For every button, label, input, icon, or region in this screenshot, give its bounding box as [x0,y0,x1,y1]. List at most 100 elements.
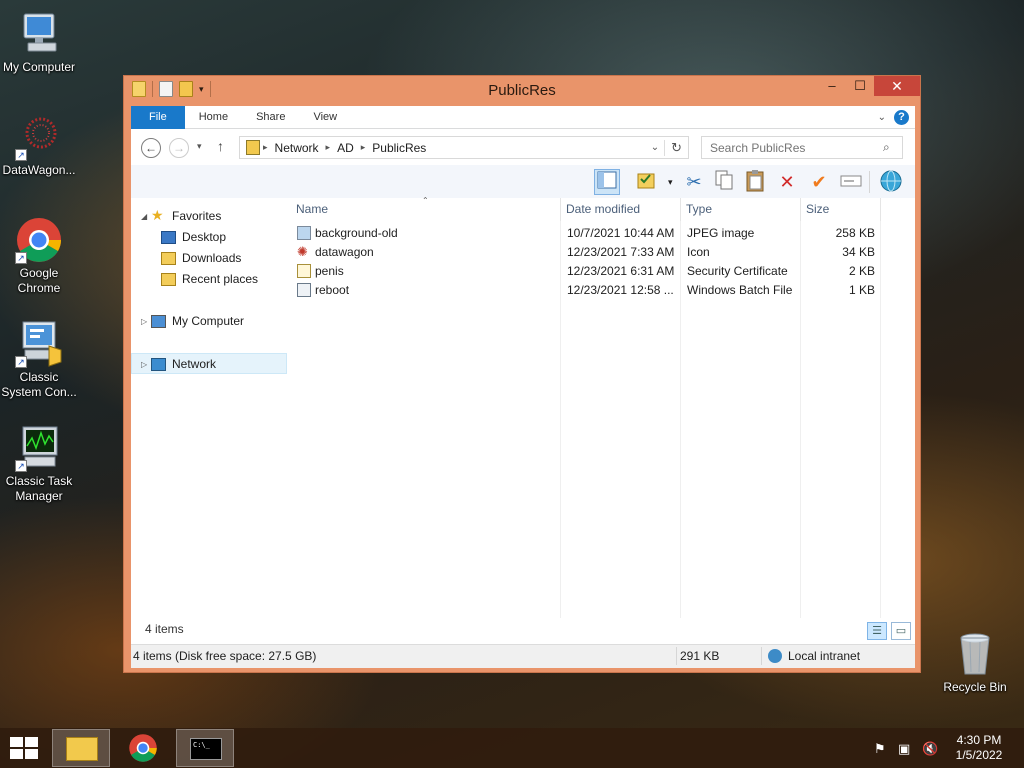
start-button[interactable] [10,737,38,759]
taskbar: C:\_ ⚑ ▣ 🔇 4:30 PM 1/5/2022 [0,728,1024,768]
search-input[interactable] [701,136,903,159]
desktop-icon-classic-system-control[interactable]: ↗ Classic System Con... [0,320,78,400]
address-row: ← → ▾ ↑ ▸ Network ▸ AD ▸ PublicRes ⌄ ↻ ⌕ [131,129,915,165]
nav-downloads[interactable]: Downloads [131,248,287,269]
image-file-icon [297,226,311,240]
desktop-icon-datawagon[interactable]: ↗ DataWagon... [0,113,78,178]
checkmark-icon[interactable]: ✔ [806,169,832,195]
taskbar-chrome[interactable] [114,729,172,767]
address-dropdown-icon[interactable]: ⌄ [646,142,664,153]
forward-button[interactable]: → [169,138,189,158]
nav-favorites[interactable]: ◢ ★ Favorites [131,206,287,227]
action-center-flag-icon[interactable]: ⚑ [874,741,886,757]
desktop-icon-label: Recycle Bin [943,680,1007,694]
back-button[interactable]: ← [141,138,161,158]
paste-icon[interactable] [742,169,768,195]
explorer-content: ◢ ★ Favorites Desktop Downloads Recent p… [131,196,915,644]
tab-view[interactable]: View [299,106,351,129]
copy-icon[interactable] [711,169,737,195]
file-size: 258 KB [835,226,875,240]
star-icon: ★ [151,207,164,223]
file-size: 2 KB [848,264,875,278]
search-icon[interactable]: ⌕ [883,140,890,155]
recycle-bin-icon [951,630,999,678]
help-icon[interactable]: ? [894,109,909,125]
taskbar-file-explorer[interactable] [52,729,110,767]
delete-icon[interactable]: ✕ [774,169,800,195]
chrome-icon [129,734,157,762]
large-icons-view-button[interactable]: ▭ [891,622,911,640]
properties-globe-icon[interactable] [878,169,904,195]
desktop-icon-classic-task-manager[interactable]: ↗ Classic Task Manager [0,424,78,504]
taskbar-command-prompt[interactable]: C:\_ [176,729,234,767]
clock[interactable]: 4:30 PM 1/5/2022 [954,733,1004,763]
nav-network[interactable]: ▷ Network [131,353,287,374]
breadcrumb-separator-icon: ▸ [360,142,366,152]
file-date: 12/23/2021 6:31 AM [567,264,675,278]
file-size: 1 KB [848,283,875,297]
task-manager-icon: ↗ [15,424,63,472]
nav-my-computer[interactable]: ▷ My Computer [131,311,287,332]
file-name: penis [315,264,344,278]
title-bar[interactable]: ▾ PublicRes – ☐ ✕ [124,76,920,104]
network-location-icon [246,140,260,155]
computer-icon [15,10,63,58]
desktop-icon-google-chrome[interactable]: ↗ Google Chrome [0,216,78,296]
nav-recent-places[interactable]: Recent places [131,269,287,290]
refresh-icon[interactable]: ↻ [664,139,688,156]
desktop-icon-recycle-bin[interactable]: Recycle Bin [936,630,1014,695]
file-row[interactable]: ✺ datawagon 12/23/2021 7:33 AM Icon 34 K… [291,243,915,262]
file-explorer-icon [66,737,98,761]
view-options-dropdown-icon[interactable]: ▾ [668,177,673,188]
nav-network-label: Network [172,357,217,371]
breadcrumb-publicres[interactable]: PublicRes [368,141,430,155]
volume-muted-icon[interactable]: 🔇 [922,741,938,757]
shortcut-arrow-icon: ↗ [15,252,27,264]
column-header-date-modified[interactable]: Date modified [561,198,681,221]
desktop-icon-my-computer[interactable]: My Computer [0,10,78,75]
expanded-arrow-icon[interactable]: ◢ [141,206,147,227]
breadcrumb-ad[interactable]: AD [333,141,358,155]
network-tray-icon[interactable]: ▣ [898,741,910,757]
desktop-icon-label: Classic Task Manager [5,474,73,503]
desktop-icon-label: DataWagon... [2,163,76,177]
details-view-button[interactable]: ☰ [867,622,887,640]
clock-date: 1/5/2022 [955,748,1003,762]
column-header-name[interactable]: Name [291,198,561,221]
recent-locations-icon[interactable]: ▾ [197,141,202,152]
file-row[interactable]: background-old 10/7/2021 10:44 AM JPEG i… [291,224,915,243]
breadcrumb-network[interactable]: Network [271,141,323,155]
tab-file[interactable]: File [131,105,185,129]
ico-file-icon: ✺ [297,245,308,259]
ribbon-tabs: File Home Share View ⌄ ? [131,105,915,129]
file-type: Windows Batch File [687,283,793,297]
preview-pane-button[interactable] [594,169,620,195]
address-bar[interactable]: ▸ Network ▸ AD ▸ PublicRes ⌄ ↻ [239,136,689,159]
column-header-size[interactable]: Size [801,198,881,221]
collapsed-arrow-icon[interactable]: ▷ [141,354,147,375]
status-bar: 4 items (Disk free space: 27.5 GB) 291 K… [131,644,915,668]
nav-desktop[interactable]: Desktop [131,227,287,248]
clock-time: 4:30 PM [956,733,1002,747]
column-header-type[interactable]: Type [681,198,801,221]
tab-share[interactable]: Share [242,106,299,129]
file-size: 34 KB [842,245,875,259]
file-row[interactable]: penis 12/23/2021 6:31 AM Security Certif… [291,262,915,281]
computer-icon [151,315,166,328]
maximize-button[interactable]: ☐ [846,76,874,96]
tab-home[interactable]: Home [185,106,242,129]
breadcrumb-separator-icon: ▸ [325,142,331,152]
close-button[interactable]: ✕ [874,76,920,96]
intranet-zone-icon [768,649,782,663]
recent-places-icon [161,273,176,286]
file-row[interactable]: reboot 12/23/2021 12:58 ... Windows Batc… [291,281,915,300]
status-size: 291 KB [680,649,720,663]
cut-icon[interactable]: ✂ [681,169,707,195]
folder-options-icon[interactable] [634,169,660,195]
collapsed-arrow-icon[interactable]: ▷ [141,311,147,332]
rename-icon[interactable] [838,169,864,195]
expand-ribbon-icon[interactable]: ⌄ [878,112,886,123]
up-button[interactable]: ↑ [217,138,224,154]
control-panel-icon: ↗ [15,320,63,368]
minimize-button[interactable]: – [818,76,846,96]
